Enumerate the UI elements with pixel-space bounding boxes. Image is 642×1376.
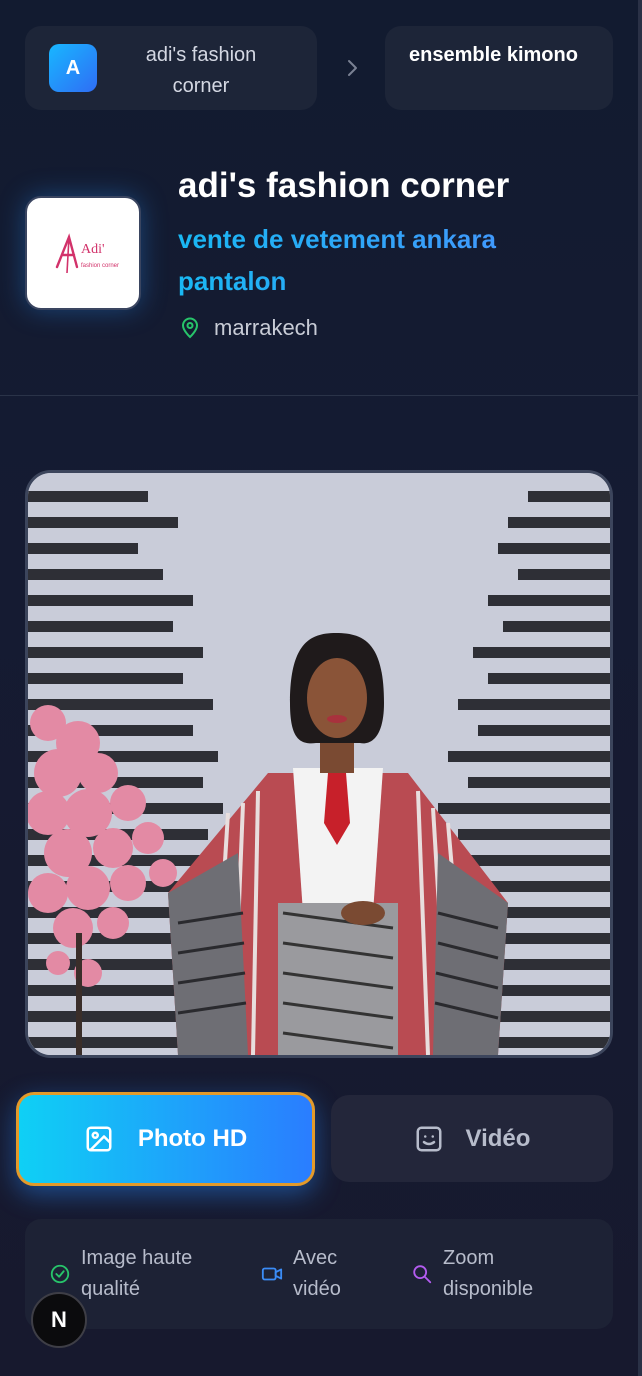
next-dev-badge[interactable]: N (31, 1292, 87, 1348)
feature-video-label: Avec vidéo (293, 1247, 341, 1300)
product-photo[interactable] (25, 470, 613, 1058)
breadcrumb-store[interactable]: A adi's fashion corner (25, 26, 317, 110)
store-avatar: A (49, 44, 97, 92)
video-icon (261, 1267, 283, 1281)
store-location: marrakech (178, 312, 318, 344)
image-icon (86, 1126, 112, 1152)
chevron-right-icon (348, 60, 357, 76)
store-logo[interactable]: Adi' fashion corner (25, 196, 141, 310)
scrollbar[interactable] (638, 0, 642, 1376)
feature-zoom: Zoom disponible (411, 1243, 553, 1305)
section-divider (0, 395, 638, 396)
video-label: Vidéo (465, 1124, 531, 1152)
product-photo-illustration (28, 473, 610, 1055)
video-button[interactable]: Vidéo (331, 1095, 613, 1182)
search-icon (413, 1265, 432, 1284)
photo-hd-label: Photo HD (137, 1125, 248, 1152)
smile-square-icon (416, 1126, 442, 1151)
logo-text: Adi' (81, 242, 105, 257)
location-text: marrakech (214, 315, 318, 340)
features-panel: Image haute qualité Avec vidéo Zoom disp… (25, 1219, 613, 1329)
store-tagline: vente de vetement ankara pantalon (178, 218, 598, 302)
logo-subtext: fashion corner (81, 263, 119, 269)
store-logo-image: Adi' fashion corner (55, 233, 119, 274)
feature-hq-label: Image haute qualité (81, 1247, 193, 1300)
breadcrumb-store-label: adi's fashion corner (145, 44, 257, 97)
map-pin-icon (181, 317, 199, 339)
photo-hd-button[interactable]: Photo HD (16, 1092, 315, 1186)
store-name: adi's fashion corner (178, 166, 510, 205)
feature-video: Avec vidéo (261, 1243, 363, 1305)
check-circle-icon (50, 1264, 70, 1284)
breadcrumb-current-label: ensemble kimono (409, 44, 578, 66)
breadcrumb-current: ensemble kimono (385, 26, 613, 110)
feature-zoom-label: Zoom disponible (443, 1247, 534, 1300)
